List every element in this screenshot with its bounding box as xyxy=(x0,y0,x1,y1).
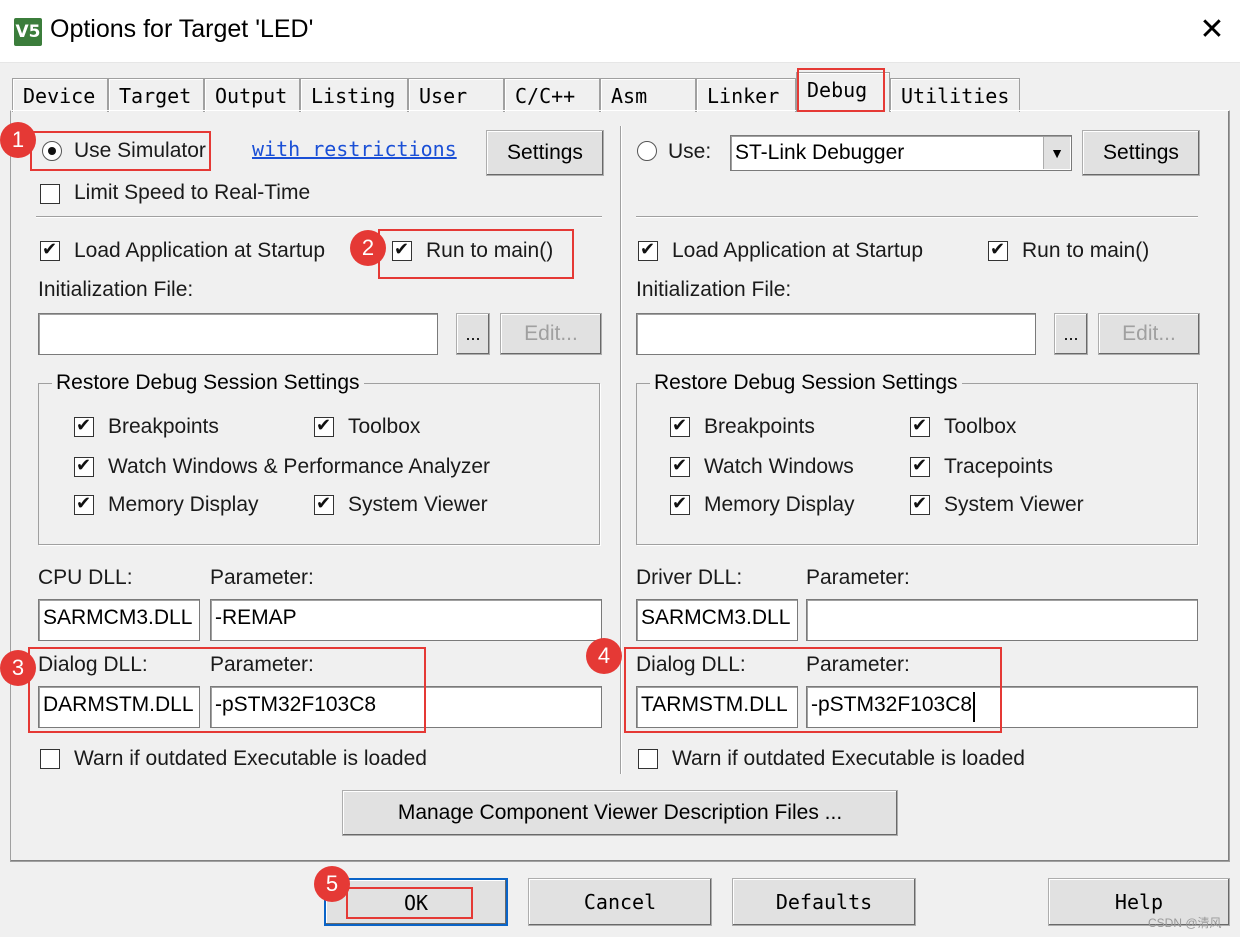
right-tracepoints-checkbox[interactable] xyxy=(910,455,930,477)
right-tracepoints-label: Tracepoints xyxy=(944,455,1053,478)
tab-c-cpp[interactable]: C/C++ xyxy=(504,78,600,112)
right-breakpoints-label: Breakpoints xyxy=(704,415,815,438)
toolbox-label: Toolbox xyxy=(348,415,421,438)
tab-device[interactable]: Device xyxy=(12,78,108,112)
cpu-dll-input[interactable]: SARMCM3.DLL xyxy=(38,599,200,641)
toolbox-checkbox[interactable] xyxy=(314,415,334,437)
tab-listing[interactable]: Listing xyxy=(300,78,408,112)
breakpoints-label: Breakpoints xyxy=(108,415,219,438)
breakpoints-checkbox[interactable] xyxy=(74,415,94,437)
system-viewer-checkbox[interactable] xyxy=(314,493,334,515)
right-watch-windows-checkbox[interactable] xyxy=(670,455,690,477)
right-separator xyxy=(636,216,1198,218)
with-restrictions-link[interactable]: with restrictions xyxy=(252,137,457,161)
annotation-badge-2: 2 xyxy=(350,230,386,266)
column-divider xyxy=(620,126,622,774)
watch-windows-label: Watch Windows & Performance Analyzer xyxy=(108,455,491,478)
defaults-button[interactable]: Defaults xyxy=(732,878,916,926)
limit-speed-checkbox[interactable] xyxy=(40,184,60,204)
limit-speed-label: Limit Speed to Real-Time xyxy=(74,181,311,204)
restore-settings-legend: Restore Debug Session Settings xyxy=(52,371,364,395)
right-run-to-main-label: Run to main() xyxy=(1022,239,1150,262)
right-system-viewer-label: System Viewer xyxy=(944,493,1084,516)
system-viewer-label: System Viewer xyxy=(348,493,488,516)
debugger-settings-button[interactable]: Settings xyxy=(1082,130,1200,176)
left-separator xyxy=(36,216,602,218)
right-init-file-label: Initialization File: xyxy=(636,278,792,301)
watch-windows-checkbox[interactable] xyxy=(74,455,94,477)
init-file-label: Initialization File: xyxy=(38,278,194,301)
right-init-file-edit-button[interactable]: Edit... xyxy=(1098,313,1200,355)
right-load-app-label: Load Application at Startup xyxy=(672,239,924,262)
right-init-file-input[interactable] xyxy=(636,313,1036,355)
tab-linker[interactable]: Linker xyxy=(696,78,796,112)
ok-button-highlight xyxy=(346,887,473,919)
load-app-checkbox[interactable] xyxy=(40,239,60,261)
cpu-parameter-label: Parameter: xyxy=(210,566,314,589)
driver-dll-label: Driver DLL: xyxy=(636,566,743,589)
debugger-select-value: ST-Link Debugger xyxy=(735,141,905,164)
memory-display-label: Memory Display xyxy=(108,493,259,516)
right-restore-settings-legend: Restore Debug Session Settings xyxy=(650,371,962,395)
right-warn-outdated-label: Warn if outdated Executable is loaded xyxy=(672,747,1025,770)
right-run-to-main-checkbox[interactable] xyxy=(988,239,1008,261)
run-to-main-highlight xyxy=(378,229,574,279)
right-toolbox-label: Toolbox xyxy=(944,415,1017,438)
tab-target[interactable]: Target xyxy=(108,78,204,112)
uvision-app-icon: V5 xyxy=(14,18,42,46)
use-debugger-label: Use: xyxy=(668,140,712,163)
memory-display-checkbox[interactable] xyxy=(74,493,94,515)
driver-dll-input[interactable]: SARMCM3.DLL xyxy=(636,599,798,641)
right-breakpoints-checkbox[interactable] xyxy=(670,415,690,437)
warn-outdated-checkbox[interactable] xyxy=(40,749,60,769)
init-file-input[interactable] xyxy=(38,313,438,355)
right-init-file-browse-button[interactable]: ... xyxy=(1054,313,1088,355)
right-system-viewer-checkbox[interactable] xyxy=(910,493,930,515)
watermark: CSDN @清风 xyxy=(1148,916,1222,930)
init-file-edit-button[interactable]: Edit... xyxy=(500,313,602,355)
cpu-parameter-input[interactable]: -REMAP xyxy=(210,599,602,641)
simulator-settings-button[interactable]: Settings xyxy=(486,130,604,176)
title-bar: V5 Options for Target 'LED' ✕ xyxy=(0,0,1240,63)
use-debugger-radio[interactable] xyxy=(637,141,657,161)
tab-utilities[interactable]: Utilities xyxy=(890,78,1020,112)
annotation-badge-5: 5 xyxy=(314,866,350,902)
cpu-dll-label: CPU DLL: xyxy=(38,566,133,589)
chevron-down-icon[interactable]: ▼ xyxy=(1043,137,1070,169)
right-load-app-checkbox[interactable] xyxy=(638,239,658,261)
right-memory-display-checkbox[interactable] xyxy=(670,493,690,515)
right-dialog-dll-highlight xyxy=(624,647,1002,733)
driver-parameter-label: Parameter: xyxy=(806,566,910,589)
right-memory-display-label: Memory Display xyxy=(704,493,855,516)
driver-parameter-input[interactable] xyxy=(806,599,1198,641)
right-watch-windows-label: Watch Windows xyxy=(704,455,854,478)
right-toolbox-checkbox[interactable] xyxy=(910,415,930,437)
tab-user[interactable]: User xyxy=(408,78,504,112)
annotation-badge-4: 4 xyxy=(586,638,622,674)
load-app-label: Load Application at Startup xyxy=(74,239,326,262)
close-icon[interactable]: ✕ xyxy=(1196,10,1228,50)
annotation-badge-1: 1 xyxy=(0,122,36,158)
window-title: Options for Target 'LED' xyxy=(50,15,314,43)
debugger-select[interactable]: ST-Link Debugger ▼ xyxy=(730,135,1072,171)
right-warn-outdated-checkbox[interactable] xyxy=(638,749,658,769)
annotation-badge-3: 3 xyxy=(0,650,36,686)
use-simulator-highlight xyxy=(30,131,211,171)
manage-component-viewer-button[interactable]: Manage Component Viewer Description File… xyxy=(342,790,898,836)
left-dialog-dll-highlight xyxy=(28,647,426,733)
debug-tab-highlight xyxy=(797,68,885,112)
cancel-button[interactable]: Cancel xyxy=(528,878,712,926)
tab-asm[interactable]: Asm xyxy=(600,78,696,112)
warn-outdated-label: Warn if outdated Executable is loaded xyxy=(74,747,427,770)
tab-output[interactable]: Output xyxy=(204,78,300,112)
init-file-browse-button[interactable]: ... xyxy=(456,313,490,355)
